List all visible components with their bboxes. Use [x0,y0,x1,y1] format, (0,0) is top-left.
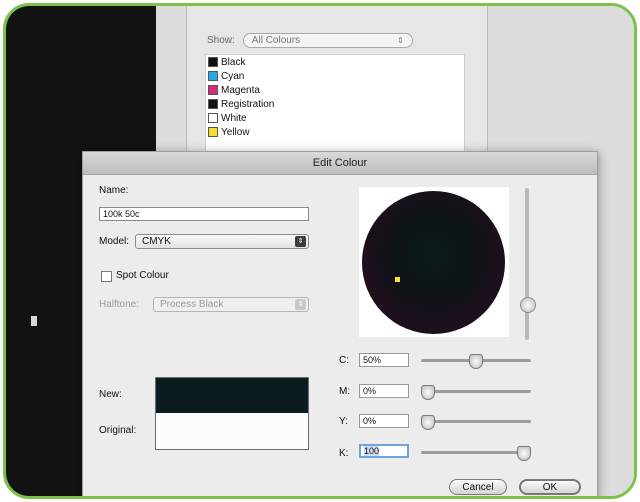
magenta-field[interactable]: 0% [359,384,409,398]
spot-colour-label: Spot Colour [116,270,169,281]
colour-wheel-panel [359,187,509,337]
original-colour-swatch [156,413,308,449]
halftone-label: Halftone: [99,299,140,310]
cyan-field[interactable]: 50% [359,353,409,367]
ok-button-label: OK [542,481,558,493]
cyan-value: 50% [363,355,382,365]
colour-wheel[interactable] [362,191,505,334]
swatch-white [208,113,218,123]
show-filter-value: All Colours [251,35,301,46]
swatch-registration [208,99,218,109]
colour-item-label: Black [221,56,246,68]
spot-colour-checkbox[interactable] [101,271,112,282]
swatch-cyan [208,71,218,81]
colours-palette-window: Show: All Colours ⇕ Black Cyan Magenta R… [186,6,488,166]
yellow-label: Y: [339,416,348,427]
colour-item-label: Registration [221,98,275,110]
yellow-field[interactable]: 0% [359,414,409,428]
show-filter-select[interactable]: All Colours ⇕ [242,33,413,48]
colour-item-white[interactable]: White [206,111,464,125]
window-edge-handle [31,316,37,326]
show-label: Show: [207,35,235,46]
new-label: New: [99,389,122,400]
name-field-value: 100k 50c [103,209,140,219]
colour-item-yellow[interactable]: Yellow [206,125,464,139]
dialog-titlebar[interactable]: Edit Colour [83,152,597,175]
black-label: K: [339,448,349,459]
dialog-title: Edit Colour [312,157,368,169]
magenta-slider-thumb[interactable] [421,385,435,400]
black-slider-thumb[interactable] [517,446,531,461]
model-label: Model: [99,236,130,247]
colour-item-label: White [221,112,247,124]
colour-item-black[interactable]: Black [206,55,464,69]
yellow-value: 0% [363,416,377,426]
cancel-button[interactable]: Cancel [449,479,507,495]
magenta-slider-track[interactable] [421,390,531,393]
brightness-slider-thumb[interactable] [520,297,536,313]
select-arrows-icon: ⇕ [397,36,404,45]
brightness-slider-track[interactable] [525,188,529,340]
colour-preview [155,377,309,450]
cyan-label: C: [339,355,349,366]
new-colour-swatch [156,378,308,413]
name-label: Name: [99,185,129,196]
colour-list: Black Cyan Magenta Registration White Ye… [205,54,465,160]
select-stepper-icon: ⇕ [295,236,306,247]
model-select-value: CMYK [142,236,171,247]
black-field[interactable]: 100 [359,444,409,458]
cancel-button-label: Cancel [462,481,494,493]
magenta-label: M: [339,386,351,397]
yellow-slider-thumb[interactable] [421,415,435,430]
magenta-value: 0% [363,386,377,396]
colour-item-label: Magenta [221,84,260,96]
colour-item-label: Yellow [221,126,250,138]
colour-item-magenta[interactable]: Magenta [206,83,464,97]
swatch-yellow [208,127,218,137]
ok-button[interactable]: OK [519,479,581,495]
colour-item-registration[interactable]: Registration [206,97,464,111]
yellow-slider-track[interactable] [421,420,531,423]
name-field[interactable]: 100k 50c [99,207,309,221]
original-label: Original: [99,425,137,436]
colour-item-cyan[interactable]: Cyan [206,69,464,83]
black-slider-track[interactable] [421,451,531,454]
swatch-black [208,57,218,67]
show-row: Show: All Colours ⇕ [207,33,413,48]
screenshot-frame: Show: All Colours ⇕ Black Cyan Magenta R… [3,3,637,499]
edit-colour-dialog: Edit Colour Name: 100k 50c Model: CMYK ⇕… [82,151,598,496]
halftone-select-value: Process Black [160,299,224,310]
black-value: 100 [364,446,380,456]
swatch-magenta [208,85,218,95]
cyan-slider-thumb[interactable] [469,354,483,369]
halftone-select[interactable]: Process Black ⇕ [153,297,309,312]
colour-item-label: Cyan [221,70,245,82]
model-select[interactable]: CMYK ⇕ [135,234,309,249]
select-stepper-icon: ⇕ [295,299,306,310]
colour-picker-marker[interactable] [395,277,400,282]
